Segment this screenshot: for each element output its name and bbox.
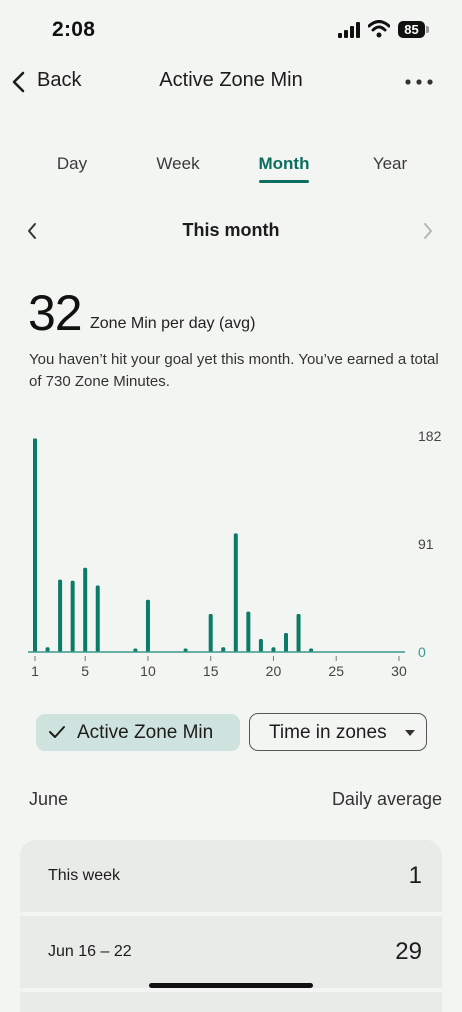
period-title: This month [182,220,280,240]
x-tick-label: 10 [140,663,156,679]
active-zone-min-filter-label: Active Zone Min [77,722,214,743]
battery-level: 85 [398,21,425,38]
x-tick-label: 15 [203,663,219,679]
active-zone-min-filter-chip[interactable]: Active Zone Min [36,714,240,751]
y-tick-label: 182 [418,428,442,444]
x-tick-label: 20 [266,663,282,679]
list-item-value: 29 [395,938,422,965]
check-icon [49,726,65,738]
time-in-zones-dropdown[interactable]: Time in zones [249,713,427,751]
page-title: Active Zone Min [159,69,303,91]
time-in-zones-label: Time in zones [269,722,387,743]
next-period-icon [424,223,432,239]
chart-bar [95,585,100,652]
chart-bar [83,567,88,652]
chart-bar [145,599,150,652]
tab-day[interactable]: Day [42,154,102,174]
list-item[interactable]: This week 1 [20,840,442,912]
chart-bar [233,533,238,652]
y-tick-label: 91 [418,536,434,552]
chart-bar [70,580,75,652]
wifi-icon [368,20,390,38]
x-tick-label: 30 [391,663,407,679]
tab-month[interactable]: Month [249,154,319,174]
chart-bar [246,611,251,652]
average-value: 32 [28,285,83,341]
average-label: Zone Min per day (avg) [90,315,256,332]
goal-description: You haven’t hit your goal yet this month… [29,351,439,390]
chart-bar [33,438,37,652]
zone-minutes-bar-chart: 1 5 10 15 20 25 30182910 [28,428,442,679]
list-item-partial [20,992,442,1012]
list-item-label: This week [48,867,121,884]
chart-bar [58,579,63,652]
active-tab-indicator [259,180,309,183]
x-tick-label: 25 [328,663,344,679]
chart-bar [284,633,288,652]
list-month-heading: June [29,789,69,809]
tab-year[interactable]: Year [360,154,420,174]
home-indicator [149,983,313,988]
x-tick-label: 5 [81,663,89,679]
x-tick-label: 1 [31,663,39,679]
daily-average-heading: Daily average [331,789,442,809]
chart-bar [208,614,213,652]
y-tick-label: 0 [418,644,426,660]
status-time: 2:08 [52,18,96,41]
list-item[interactable]: Jun 16 – 22 29 [20,916,442,988]
list-item-label: Jun 16 – 22 [48,943,132,960]
list-item-value: 1 [408,862,422,889]
cellular-signal-icon [338,22,360,38]
battery-icon: 85 [398,21,430,39]
chart-bar [296,614,301,652]
tab-week[interactable]: Week [143,154,213,174]
more-options-icon[interactable] [404,78,434,86]
dropdown-caret-icon [405,730,415,736]
chart-bar [258,638,263,652]
